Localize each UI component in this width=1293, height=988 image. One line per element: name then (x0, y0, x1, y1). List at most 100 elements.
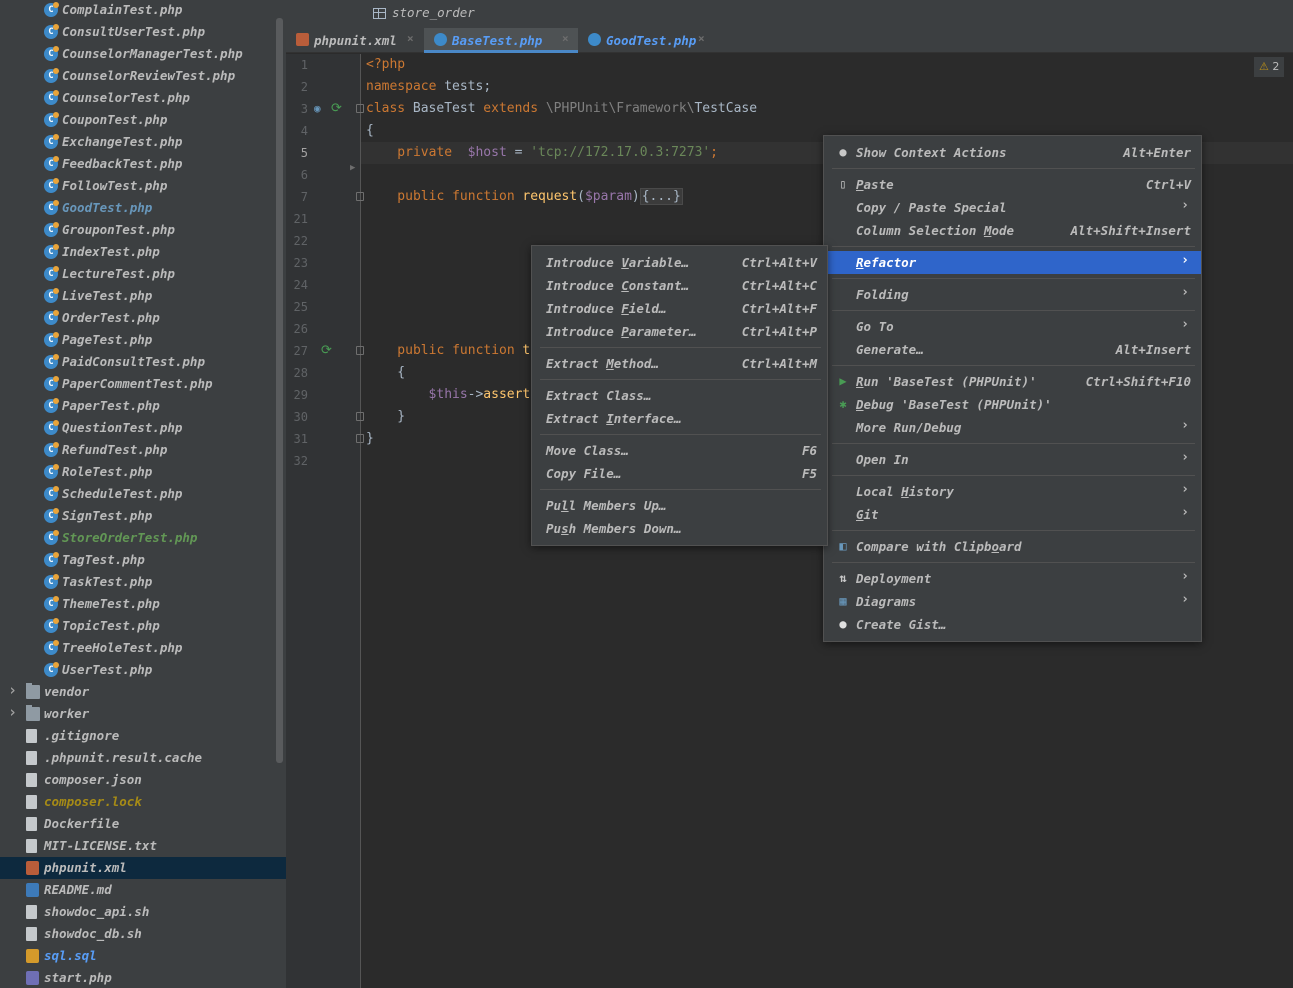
expand-arrow-icon[interactable]: › (8, 681, 17, 699)
tree-item-test-file[interactable]: C QuestionTest.php (0, 417, 286, 439)
close-icon[interactable]: × (698, 32, 705, 45)
menu-separator (540, 347, 821, 348)
inspection-widget[interactable]: ⚠ 2 (1254, 57, 1284, 77)
menu-item-extract-class[interactable]: Extract Class… (532, 384, 827, 407)
sidebar-scrollbar[interactable] (276, 18, 283, 763)
menu-item-paste[interactable]: ▯ Paste Ctrl+V (824, 173, 1201, 196)
tree-item-test-file[interactable]: C CounselorTest.php (0, 87, 286, 109)
menu-item-open-in[interactable]: Open In › (824, 448, 1201, 471)
code-line[interactable]: class BaseTest extends \PHPUnit\Framewor… (361, 98, 1293, 120)
menu-item-pull-members-up[interactable]: Pull Members Up… (532, 494, 827, 517)
menu-item-go-to[interactable]: Go To › (824, 315, 1201, 338)
tab-basetest-php[interactable]: BaseTest.php × (424, 28, 578, 53)
menu-item-git[interactable]: Git › (824, 503, 1201, 526)
fold-marker-icon[interactable] (356, 346, 364, 355)
menu-item-run-basetest[interactable]: ▶ Run 'BaseTest (PHPUnit)' Ctrl+Shift+F10 (824, 370, 1201, 393)
tree-item-test-file[interactable]: C TaskTest.php (0, 571, 286, 593)
tree-item-test-file[interactable]: C TreeHoleTest.php (0, 637, 286, 659)
tree-item-test-file[interactable]: C PaperCommentTest.php (0, 373, 286, 395)
menu-item-introduce-constant[interactable]: Introduce Constant… Ctrl+Alt+C (532, 274, 827, 297)
menu-item-introduce-field[interactable]: Introduce Field… Ctrl+Alt+F (532, 297, 827, 320)
tree-item-test-file[interactable]: C OrderTest.php (0, 307, 286, 329)
fold-marker-icon[interactable] (356, 104, 364, 113)
menu-item-introduce-variable[interactable]: Introduce Variable… Ctrl+Alt+V (532, 251, 827, 274)
tree-item-file[interactable]: sql.sql (0, 945, 286, 967)
tree-item-test-file[interactable]: C StoreOrderTest.php (0, 527, 286, 549)
tree-item-test-file[interactable]: C UserTest.php (0, 659, 286, 681)
tree-item-test-file[interactable]: C ExchangeTest.php (0, 131, 286, 153)
tree-item-file[interactable]: showdoc_api.sh (0, 901, 286, 923)
code-token: 'tcp://172.17.0.3:7273' (530, 145, 711, 160)
menu-item-extract-method[interactable]: Extract Method… Ctrl+Alt+M (532, 352, 827, 375)
tree-item-test-file[interactable]: C ScheduleTest.php (0, 483, 286, 505)
code-line[interactable]: namespace tests; (361, 76, 1293, 98)
tree-item-test-file[interactable]: C TopicTest.php (0, 615, 286, 637)
fold-marker-icon[interactable] (356, 412, 364, 421)
menu-item-generate[interactable]: Generate… Alt+Insert (824, 338, 1201, 361)
tree-item-file[interactable]: .gitignore (0, 725, 286, 747)
tree-item-test-file[interactable]: C RoleTest.php (0, 461, 286, 483)
menu-item-extract-interface[interactable]: Extract Interface… (532, 407, 827, 430)
menu-item-deployment[interactable]: ⇅ Deployment › (824, 567, 1201, 590)
tree-item-test-file[interactable]: C FeedbackTest.php (0, 153, 286, 175)
tree-item-test-file[interactable]: C GoodTest.php (0, 197, 286, 219)
menu-item-show-context-actions[interactable]: ● Show Context Actions Alt+Enter (824, 141, 1201, 164)
tree-item-file[interactable]: MIT-LICENSE.txt (0, 835, 286, 857)
run-test-icon[interactable]: ⟳ (331, 101, 342, 116)
tree-item-test-file[interactable]: C ConsultUserTest.php (0, 21, 286, 43)
tree-item-test-file[interactable]: C LiveTest.php (0, 285, 286, 307)
menu-item-debug-basetest[interactable]: ✱ Debug 'BaseTest (PHPUnit)' (824, 393, 1201, 416)
menu-item-introduce-parameter[interactable]: Introduce Parameter… Ctrl+Alt+P (532, 320, 827, 343)
menu-item-more-run-debug[interactable]: More Run/Debug › (824, 416, 1201, 439)
tree-item-file[interactable]: Dockerfile (0, 813, 286, 835)
tree-item-file[interactable]: showdoc_db.sh (0, 923, 286, 945)
expand-arrow-icon[interactable]: › (8, 703, 17, 721)
tree-item-test-file[interactable]: C PaperTest.php (0, 395, 286, 417)
tree-item-file[interactable]: phpunit.xml (0, 857, 286, 879)
tree-item-test-file[interactable]: C RefundTest.php (0, 439, 286, 461)
fold-marker-icon[interactable] (356, 434, 364, 443)
menu-item-column-selection-mode[interactable]: Column Selection Mode Alt+Shift+Insert (824, 219, 1201, 242)
tree-item-folder[interactable]: › vendor (0, 681, 286, 703)
tree-item-test-file[interactable]: C IndexTest.php (0, 241, 286, 263)
code-line[interactable]: <?php (361, 54, 1293, 76)
menu-item-push-members-down[interactable]: Push Members Down… (532, 517, 827, 540)
run-test-icon[interactable]: ⟳ (321, 343, 332, 358)
tree-item-test-file[interactable]: C PageTest.php (0, 329, 286, 351)
tree-item-test-file[interactable]: C SignTest.php (0, 505, 286, 527)
tree-item-file[interactable]: README.md (0, 879, 286, 901)
menu-item-create-gist[interactable]: ● Create Gist… (824, 613, 1201, 636)
menu-item-copy-file[interactable]: Copy File… F5 (532, 462, 827, 485)
tree-item-folder[interactable]: › worker (0, 703, 286, 725)
tree-item-file[interactable]: composer.json (0, 769, 286, 791)
code-token: public function (366, 343, 523, 358)
close-icon[interactable]: × (562, 32, 569, 45)
tree-item-test-file[interactable]: C CounselorReviewTest.php (0, 65, 286, 87)
tree-item-test-file[interactable]: C FollowTest.php (0, 175, 286, 197)
menu-item-compare-with-clipboard[interactable]: ◧ Compare with Clipboard (824, 535, 1201, 558)
close-icon[interactable]: × (407, 32, 414, 45)
tree-item-test-file[interactable]: C ThemeTest.php (0, 593, 286, 615)
tree-item-test-file[interactable]: C ComplainTest.php (0, 0, 286, 21)
php-class-icon: C (44, 112, 59, 127)
tab-phpunit-xml[interactable]: phpunit.xml × (286, 28, 423, 53)
menu-item-local-history[interactable]: Local History › (824, 480, 1201, 503)
menu-item-folding[interactable]: Folding › (824, 283, 1201, 306)
tree-item-test-file[interactable]: C GrouponTest.php (0, 219, 286, 241)
tree-item-test-file[interactable]: C TagTest.php (0, 549, 286, 571)
tree-item-file[interactable]: .phpunit.result.cache (0, 747, 286, 769)
tree-item-test-file[interactable]: C PaidConsultTest.php (0, 351, 286, 373)
menu-item-refactor[interactable]: Refactor › (824, 251, 1201, 274)
fold-marker-icon[interactable] (356, 192, 364, 201)
menu-item-copy-paste-special[interactable]: Copy / Paste Special › (824, 196, 1201, 219)
tree-item-test-file[interactable]: C LectureTest.php (0, 263, 286, 285)
breadcrumb-item[interactable]: store_order (392, 5, 475, 20)
tree-item-test-file[interactable]: C CouponTest.php (0, 109, 286, 131)
tab-goodtest-php[interactable]: GoodTest.php × (578, 28, 714, 53)
menu-item-diagrams[interactable]: ▦ Diagrams › (824, 590, 1201, 613)
tree-item-file[interactable]: composer.lock (0, 791, 286, 813)
tree-item-test-file[interactable]: C CounselorManagerTest.php (0, 43, 286, 65)
tree-item-file[interactable]: start.php (0, 967, 286, 988)
implement-marker-icon[interactable]: ◉ (314, 102, 321, 115)
menu-item-move-class[interactable]: Move Class… F6 (532, 439, 827, 462)
